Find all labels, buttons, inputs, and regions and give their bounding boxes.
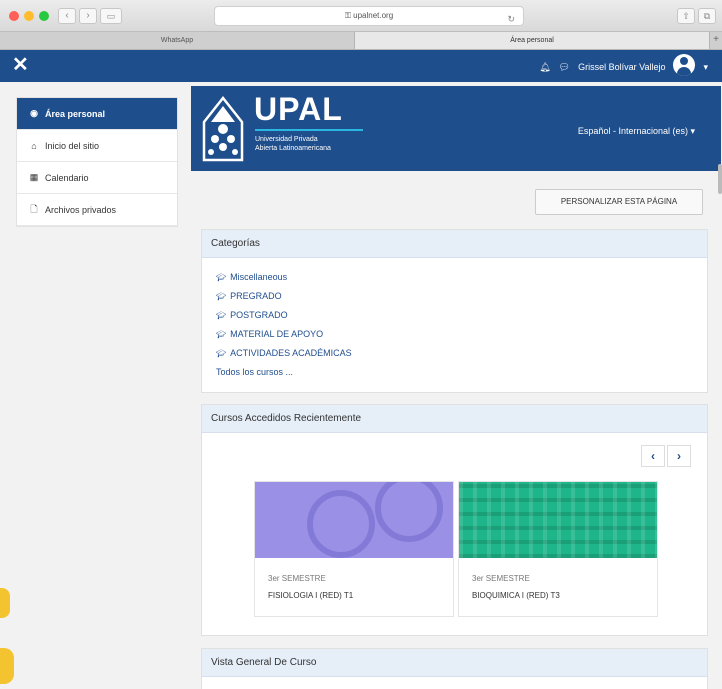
browser-titlebar: ‹ › ▭ ⚿ upalnet.org ↻ ⇧ ⧉ [0, 0, 722, 32]
customize-page-button[interactable]: PERSONALIZAR ESTA PÁGINA [535, 189, 703, 215]
sidebar-item-calendario[interactable]: ▦ Calendario [17, 162, 177, 194]
course-category: 3er SEMESTRE [472, 574, 530, 583]
share-icon[interactable]: ⇧ [677, 8, 695, 24]
close-window-button[interactable] [9, 11, 19, 21]
graduation-cap-icon: 🎓︎ [216, 330, 227, 339]
upal-logo-icon [202, 96, 244, 162]
reload-icon[interactable]: ↻ [507, 10, 515, 28]
sidebar-item-label: Calendario [45, 172, 89, 183]
sidebar-item-label: Inicio del sitio [45, 140, 100, 151]
course-name[interactable]: FISIOLOGIA I (RED) T1 [255, 583, 453, 600]
course-name[interactable]: BIOQUIMICA I (RED) T3 [459, 583, 657, 600]
decorative-swirl [0, 648, 14, 684]
language-selector[interactable]: Español - Internacional (es) ▾ [578, 126, 695, 137]
close-drawer-icon[interactable]: ✕ [12, 55, 29, 75]
categories-title: Categorías [202, 230, 707, 258]
calendar-icon: ▦ [29, 172, 39, 182]
graduation-cap-icon: 🎓︎ [216, 292, 227, 301]
course-image [459, 482, 657, 558]
tab-whatsapp[interactable]: WhatsApp [0, 32, 355, 49]
tabs-overview-icon[interactable]: ⧉ [698, 8, 716, 24]
course-card[interactable]: 3er SEMESTRE BIOQUIMICA I (RED) T3 [458, 481, 658, 617]
home-icon: ⌂ [31, 140, 37, 151]
categories-card: Categorías 🎓︎ Miscellaneous 🎓︎ PREGRADO 🎓︎… [201, 229, 708, 393]
zoom-window-button[interactable] [39, 11, 49, 21]
course-image [255, 482, 453, 558]
logo-text: UPAL [254, 91, 343, 127]
course-category: 3er SEMESTRE [268, 574, 326, 583]
tab-area-personal[interactable]: Área personal [355, 32, 710, 49]
lock-icon: ⚿ [344, 11, 354, 20]
site-navbar: ✕ 🔔︎ 💬︎ Grissel Bolívar Vallejo ▾ [0, 50, 722, 82]
category-label: MATERIAL DE APOYO [230, 329, 324, 339]
category-link[interactable]: 🎓︎ Miscellaneous [216, 268, 693, 287]
sidebar-item-label: Archivos privados [45, 204, 117, 215]
course-card[interactable]: 3er SEMESTRE FISIOLOGIA I (RED) T1 [254, 481, 454, 617]
file-icon: 🗋︎ [30, 203, 38, 214]
logo-subtitle-1: Universidad Privada [255, 136, 318, 143]
window-controls [9, 11, 49, 21]
user-menu-area: 🔔︎ 💬︎ Grissel Bolívar Vallejo ▾ [539, 54, 708, 76]
chevron-down-icon[interactable]: ▾ [703, 62, 708, 73]
logo-subtitle-2: Abierta Latinoamericana [255, 145, 331, 152]
user-name[interactable]: Grissel Bolívar Vallejo [578, 62, 665, 72]
category-label: PREGRADO [230, 291, 282, 301]
history-nav: ‹ › [58, 8, 97, 24]
carousel-controls: ‹ › [641, 445, 691, 467]
chat-icon[interactable]: 💬︎ [559, 62, 570, 73]
chevron-left-icon[interactable]: ‹ [641, 445, 665, 467]
chevron-right-icon[interactable]: › [667, 445, 691, 467]
category-label: ACTIVIDADES ACADÉMICAS [230, 348, 352, 358]
decorative-swirl [0, 588, 10, 618]
bell-icon[interactable]: 🔔︎ [539, 62, 550, 73]
avatar[interactable] [673, 54, 696, 76]
graduation-cap-icon: 🎓︎ [216, 311, 227, 320]
main-region: UPAL Universidad Privada Abierta Latinoa… [191, 82, 721, 689]
graduation-cap-icon: 🎓︎ [216, 349, 227, 358]
minimize-window-button[interactable] [24, 11, 34, 21]
sidebar-item-archivos[interactable]: 🗋︎ Archivos privados [17, 194, 177, 226]
course-overview-title: Vista General De Curso [202, 649, 707, 677]
category-link[interactable]: 🎓︎ POSTGRADO [216, 306, 693, 325]
category-link[interactable]: 🎓︎ PREGRADO [216, 287, 693, 306]
category-label: Miscellaneous [230, 272, 288, 282]
sidebar-item-inicio[interactable]: ⌂ Inicio del sitio [17, 130, 177, 162]
category-link[interactable]: 🎓︎ MATERIAL DE APOYO [216, 325, 693, 344]
sidebar-item-area-personal[interactable]: ◉ Área personal [17, 98, 177, 130]
category-link[interactable]: 🎓︎ ACTIVIDADES ACADÉMICAS [216, 344, 693, 363]
graduation-cap-icon: 🎓︎ [216, 273, 227, 282]
category-list: 🎓︎ Miscellaneous 🎓︎ PREGRADO 🎓︎ POSTGRADO 🎓… [202, 258, 707, 392]
tab-bar: WhatsApp Área personal + [0, 32, 722, 50]
logo-divider [255, 129, 363, 131]
browser-actions: ⇧ ⧉ [677, 8, 716, 24]
course-overview-card: Vista General De Curso [201, 648, 708, 689]
sidebar-toggle-icon[interactable]: ▭ [100, 8, 122, 24]
new-tab-icon[interactable]: + [710, 32, 722, 49]
sidebar-item-label: Área personal [45, 108, 106, 119]
forward-icon[interactable]: › [79, 8, 97, 24]
category-label: POSTGRADO [230, 310, 288, 320]
page-header: UPAL Universidad Privada Abierta Latinoa… [191, 86, 721, 171]
address-text: upalnet.org [353, 11, 394, 20]
scrollbar[interactable] [718, 164, 722, 194]
page-content: ◉ Área personal ⌂ Inicio del sitio ▦ Cal… [0, 82, 722, 689]
nav-drawer: ◉ Área personal ⌂ Inicio del sitio ▦ Cal… [16, 97, 178, 227]
recent-courses-title: Cursos Accedidos Recientemente [202, 405, 707, 433]
back-icon[interactable]: ‹ [58, 8, 76, 24]
browser-window: ‹ › ▭ ⚿ upalnet.org ↻ ⇧ ⧉ WhatsApp Área … [0, 0, 722, 689]
address-bar[interactable]: ⚿ upalnet.org ↻ [214, 6, 524, 26]
recent-courses-card: Cursos Accedidos Recientemente ‹ › 3er S… [201, 404, 708, 636]
all-courses-link[interactable]: Todos los cursos ... [216, 363, 693, 382]
dashboard-icon: ◉ [30, 108, 38, 118]
